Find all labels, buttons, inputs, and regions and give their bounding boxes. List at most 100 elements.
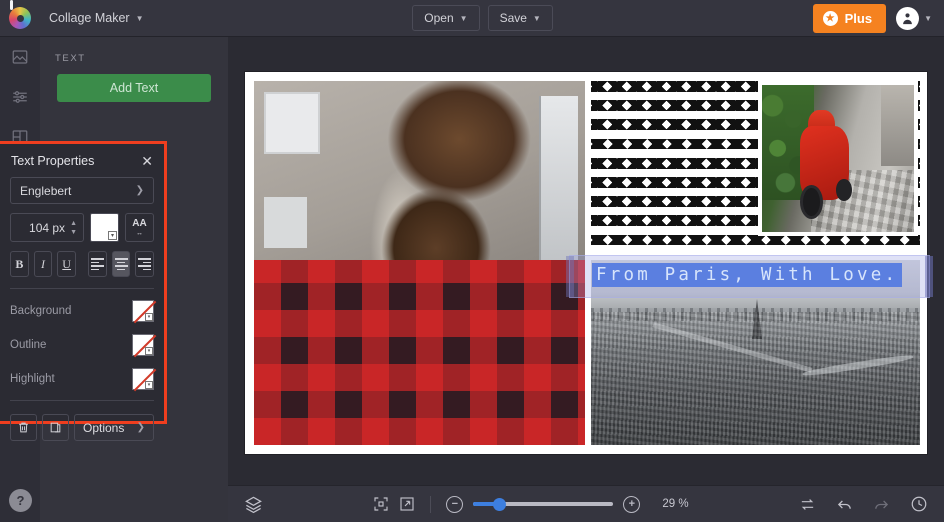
divider xyxy=(430,496,431,513)
photo-detail xyxy=(800,185,823,219)
sidebar-item-image-manager[interactable] xyxy=(0,37,40,77)
image-icon xyxy=(11,48,29,66)
outline-color-swatch[interactable]: ▾ xyxy=(132,334,154,356)
zoom-controls: − + 29 % xyxy=(263,496,799,513)
plus-upgrade-button[interactable]: ★ Plus xyxy=(813,4,886,33)
outline-label: Outline xyxy=(10,339,46,351)
resize-handle-right[interactable] xyxy=(925,256,933,297)
zoom-slider-fill xyxy=(473,502,495,506)
align-center-icon xyxy=(115,258,128,270)
text-properties-header: Text Properties ✕ xyxy=(0,144,164,177)
background-row: Background ▾ xyxy=(10,296,154,326)
text-properties-footer: Options ❯ xyxy=(0,408,164,441)
options-button[interactable]: Options ❯ xyxy=(74,414,154,441)
letter-spacing-arrow-icon: ↔ xyxy=(136,230,143,237)
collage-cell-pattern-buffalo-plaid[interactable] xyxy=(254,260,585,445)
align-left-icon xyxy=(91,258,104,270)
account-menu[interactable]: ▼ xyxy=(896,7,932,30)
chevron-down-icon: ▼ xyxy=(136,14,144,23)
fit-to-screen-icon[interactable] xyxy=(373,496,389,512)
color-dropdown-icon: ▾ xyxy=(108,231,117,240)
befunky-flower-logo-icon[interactable] xyxy=(9,7,31,29)
bold-button[interactable]: B xyxy=(10,251,29,277)
align-left-button[interactable] xyxy=(88,251,107,277)
close-icon[interactable]: ✕ xyxy=(141,154,153,168)
outline-row: Outline ▾ xyxy=(10,330,154,360)
align-right-button[interactable] xyxy=(135,251,154,277)
align-center-button[interactable] xyxy=(112,251,131,277)
resize-handle-left[interactable] xyxy=(566,256,574,297)
font-family-value: Englebert xyxy=(20,184,71,198)
zoom-in-button[interactable]: + xyxy=(623,496,640,513)
photo-detail xyxy=(836,179,851,201)
compare-swap-icon[interactable] xyxy=(799,496,816,513)
options-label: Options xyxy=(83,421,124,435)
color-dropdown-icon: ▾ xyxy=(145,381,153,389)
sidebar-item-customize[interactable] xyxy=(0,77,40,117)
save-button[interactable]: Save ▼ xyxy=(488,5,553,31)
font-size-stepper[interactable]: ▲ ▼ xyxy=(70,220,77,236)
canvas-stage[interactable]: From Paris, With Love. xyxy=(228,37,944,485)
font-family-selector[interactable]: Englebert ❯ xyxy=(10,177,154,204)
duplicate-text-button[interactable] xyxy=(42,414,69,441)
zoom-out-button[interactable]: − xyxy=(446,496,463,513)
history-controls xyxy=(799,495,928,513)
logo-wrap[interactable] xyxy=(0,7,40,29)
topbar-right-group: ★ Plus ▼ xyxy=(813,4,944,33)
font-size-field[interactable]: ▲ ▼ xyxy=(10,213,84,242)
zoom-level-label: 29 % xyxy=(662,498,688,510)
collage-cell-photo-red-scooter[interactable] xyxy=(758,81,918,236)
expand-arrow-icon[interactable] xyxy=(399,496,415,512)
layers-icon[interactable] xyxy=(244,495,263,514)
bottom-toolbar: − + 29 % xyxy=(228,485,944,522)
text-object-selection[interactable]: From Paris, With Love. xyxy=(569,255,930,298)
save-button-label: Save xyxy=(500,11,527,25)
font-size-row: ▲ ▼ ▾ AA ↔ xyxy=(10,213,154,242)
help-button[interactable]: ? xyxy=(9,489,32,512)
app-title-menu[interactable]: Collage Maker ▼ xyxy=(40,6,153,30)
photo-detail xyxy=(591,312,920,445)
underline-button[interactable]: U xyxy=(57,251,76,277)
open-button[interactable]: Open ▼ xyxy=(412,5,479,31)
photo-red-scooter-ivy-alley xyxy=(762,85,914,232)
panel-section-label: TEXT xyxy=(40,37,228,74)
zoom-slider[interactable] xyxy=(473,502,613,506)
photo-detail xyxy=(539,96,579,271)
plus-button-label: Plus xyxy=(845,11,872,26)
caret-down-icon[interactable]: ▼ xyxy=(70,229,77,236)
sliders-icon xyxy=(11,88,29,106)
align-right-icon xyxy=(138,258,151,270)
add-text-button[interactable]: Add Text xyxy=(57,74,211,102)
divider xyxy=(10,288,154,289)
text-properties-popover: Text Properties ✕ Englebert ❯ ▲ ▼ ▾ xyxy=(0,141,167,424)
open-button-label: Open xyxy=(424,11,453,25)
chevron-down-icon: ▼ xyxy=(924,14,932,23)
top-bar: Collage Maker ▼ Open ▼ Save ▼ ★ Plus xyxy=(0,0,944,37)
background-color-swatch[interactable]: ▾ xyxy=(132,300,154,322)
bottom-left-group xyxy=(244,495,263,514)
highlight-color-swatch[interactable]: ▾ xyxy=(132,368,154,390)
highlight-row: Highlight ▾ xyxy=(10,364,154,394)
photo-detail xyxy=(264,197,307,248)
format-row: B I U xyxy=(10,251,154,277)
photo-detail xyxy=(264,92,320,154)
app-root: Collage Maker ▼ Open ▼ Save ▼ ★ Plus xyxy=(0,0,944,522)
italic-button[interactable]: I xyxy=(34,251,53,277)
photo-detail xyxy=(881,85,914,166)
background-label: Background xyxy=(10,305,71,317)
canvas-text-content[interactable]: From Paris, With Love. xyxy=(592,263,902,287)
redo-icon[interactable] xyxy=(873,496,890,513)
color-dropdown-icon: ▾ xyxy=(145,347,153,355)
text-color-swatch[interactable]: ▾ xyxy=(90,213,119,242)
history-clock-icon[interactable] xyxy=(910,495,928,513)
chevron-row xyxy=(591,235,920,246)
chevron-down-icon: ▼ xyxy=(460,14,468,23)
font-size-input[interactable] xyxy=(13,221,65,235)
format-divider xyxy=(81,251,83,277)
caret-up-icon[interactable]: ▲ xyxy=(70,220,77,227)
undo-icon[interactable] xyxy=(836,496,853,513)
zoom-slider-knob[interactable] xyxy=(493,498,506,511)
letter-spacing-button[interactable]: AA ↔ xyxy=(125,213,154,242)
trash-icon xyxy=(17,421,30,434)
delete-text-button[interactable] xyxy=(10,414,37,441)
